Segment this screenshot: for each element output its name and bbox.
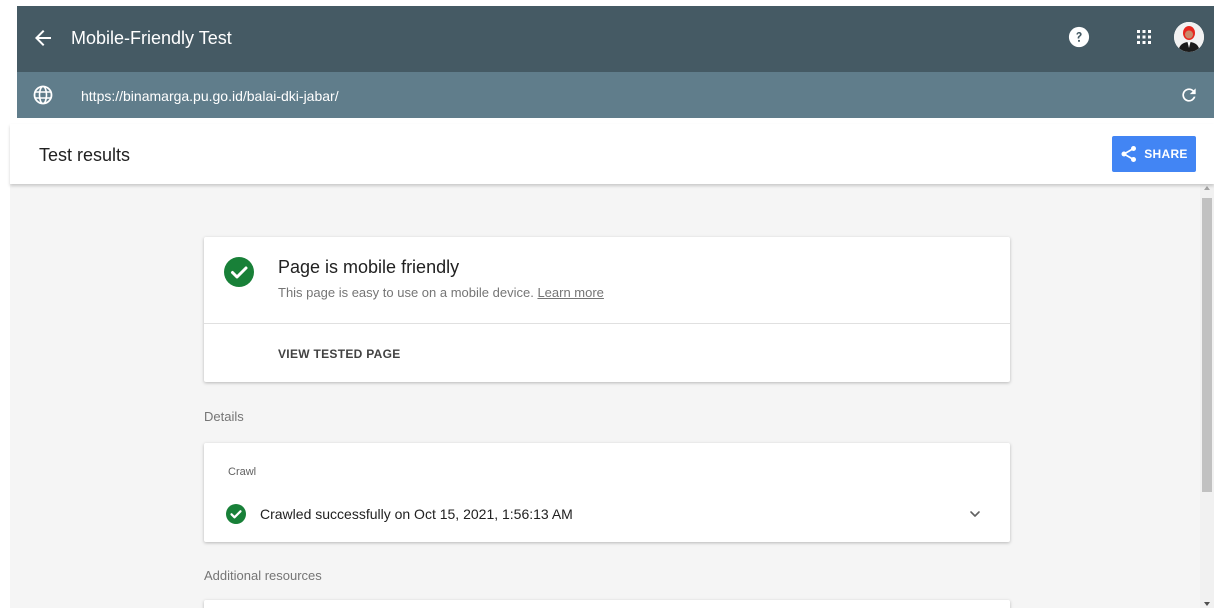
crawl-label: Crawl	[228, 466, 257, 478]
content-scrollbar[interactable]	[1200, 184, 1214, 608]
arrow-left-icon[interactable]	[31, 26, 55, 50]
status-description-text: This page is easy to use on a mobile dev…	[278, 285, 534, 300]
page-title: Test results	[39, 145, 131, 165]
user-avatar[interactable]	[1174, 22, 1204, 52]
crawl-card[interactable]: Crawl Crawled successfully on Oct 15, 20…	[204, 443, 1010, 542]
url-input[interactable]: https://binamarga.pu.go.id/balai-dki-jab…	[81, 87, 339, 105]
avatar-photo	[1174, 22, 1204, 52]
status-title: Page is mobile friendly	[278, 257, 460, 277]
scroll-down-arrow[interactable]	[1204, 602, 1210, 606]
scroll-up-arrow[interactable]	[1204, 186, 1210, 190]
results-header: Test results SHARE	[10, 124, 1214, 184]
status-card: Page is mobile friendly This page is eas…	[204, 237, 1010, 382]
crawl-status: Crawled successfully on Oct 15, 2021, 1:…	[260, 506, 573, 522]
check-circle-icon	[224, 257, 254, 287]
scrollbar-thumb[interactable]	[1202, 198, 1212, 492]
card-divider	[204, 323, 1010, 324]
globe-icon	[33, 85, 53, 105]
additional-resources-card	[204, 600, 1010, 608]
additional-resources-heading: Additional resources	[204, 568, 322, 583]
apps-grid-icon[interactable]	[1135, 28, 1153, 46]
details-heading: Details	[204, 409, 244, 424]
share-label: SHARE	[1144, 147, 1188, 161]
url-bar: https://binamarga.pu.go.id/balai-dki-jab…	[17, 72, 1214, 118]
top-app-bar: Mobile-Friendly Test	[17, 6, 1214, 72]
check-circle-icon	[226, 504, 246, 524]
learn-more-link[interactable]: Learn more	[537, 285, 603, 300]
app-title: Mobile-Friendly Test	[71, 28, 232, 48]
results-content: Page is mobile friendly This page is eas…	[10, 184, 1200, 608]
status-description: This page is easy to use on a mobile dev…	[278, 285, 604, 301]
help-circle-icon[interactable]	[1068, 26, 1090, 48]
view-tested-page-button[interactable]: VIEW TESTED PAGE	[278, 347, 401, 361]
share-button[interactable]: SHARE	[1112, 136, 1196, 172]
chevron-down-icon[interactable]	[968, 507, 982, 521]
share-icon	[1121, 146, 1137, 162]
refresh-icon[interactable]	[1179, 85, 1199, 105]
